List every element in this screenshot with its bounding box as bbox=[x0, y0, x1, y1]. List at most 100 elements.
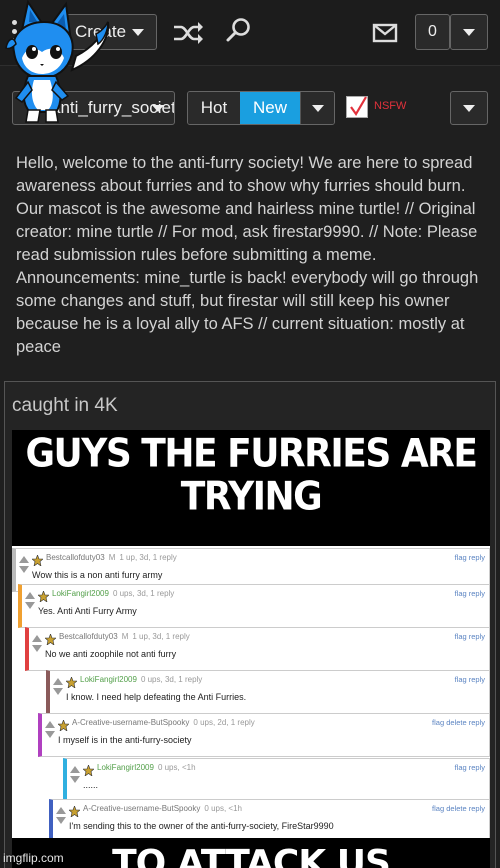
comment-meta: 1 up, 3d, 1 reply bbox=[119, 553, 177, 562]
vote-arrows[interactable] bbox=[69, 763, 81, 786]
vote-arrows[interactable] bbox=[55, 804, 67, 827]
imgflip-watermark: imgflip.com bbox=[3, 851, 64, 865]
comment-text: No we anti zoophile not anti furry bbox=[45, 649, 177, 659]
chevron-down-icon bbox=[463, 28, 475, 36]
comment-actions[interactable]: flag delete reply bbox=[432, 718, 485, 727]
comment-header: LokiFangirl2009 0 ups, 3d, 1 reply bbox=[80, 675, 202, 684]
comment-header: Bestcallofduty03 M 1 up, 3d, 1 reply bbox=[59, 632, 190, 641]
comment-meta: 1 up, 3d, 1 reply bbox=[132, 632, 190, 641]
commenter-avatar bbox=[57, 718, 70, 732]
chevron-down-icon bbox=[463, 104, 475, 112]
meme-bottom-caption: TO ATTACK US bbox=[112, 843, 391, 868]
comment-header: A-Creative-username-ButSpooky 0 ups, <1h bbox=[83, 804, 242, 813]
comment-username[interactable]: A-Creative-username-ButSpooky bbox=[72, 718, 189, 727]
commenter-avatar bbox=[65, 675, 78, 689]
upvote-icon[interactable] bbox=[19, 556, 29, 563]
meme-top-panel: GUYS THE FURRIES ARE TRYING bbox=[12, 430, 490, 546]
comment-actions[interactable]: flag delete reply bbox=[432, 804, 485, 813]
post-card: caught in 4K GUYS THE FURRIES ARE TRYING… bbox=[4, 381, 496, 868]
comment-screenshot: Bestcallofduty03 M 1 up, 3d, 1 reply Wow th… bbox=[12, 546, 490, 843]
downvote-icon[interactable] bbox=[70, 776, 80, 783]
downvote-icon[interactable] bbox=[19, 566, 29, 573]
comment-header: LokiFangirl2009 0 ups, <1h bbox=[97, 763, 196, 772]
comment: A-Creative-username-ButSpooky 0 ups, 2d, … bbox=[38, 713, 490, 757]
sort-dropdown-button[interactable] bbox=[300, 92, 334, 124]
comment-meta: 0 ups, 2d, 1 reply bbox=[193, 718, 255, 727]
post-title[interactable]: caught in 4K bbox=[12, 395, 118, 417]
commenter-avatar bbox=[31, 553, 44, 567]
comment-username[interactable]: A-Creative-username-ButSpooky bbox=[83, 804, 200, 813]
options-dropdown-button[interactable] bbox=[450, 91, 488, 125]
chevron-down-icon bbox=[311, 104, 324, 112]
downvote-icon[interactable] bbox=[25, 602, 35, 609]
stream-description: Hello, welcome to the anti-furry society… bbox=[16, 154, 479, 356]
upvote-icon[interactable] bbox=[70, 766, 80, 773]
nsfw-checkbox[interactable] bbox=[346, 96, 368, 118]
meme-top-caption: GUYS THE FURRIES ARE TRYING bbox=[25, 431, 478, 520]
comment-username[interactable]: LokiFangirl2009 bbox=[80, 675, 137, 684]
comment: LokiFangirl2009 0 ups, <1h...... flag repl… bbox=[63, 758, 490, 802]
comment-text: Wow this is a non anti furry army bbox=[32, 570, 163, 580]
search-icon[interactable] bbox=[224, 16, 254, 46]
comment-actions[interactable]: flag reply bbox=[455, 632, 485, 641]
vote-arrows[interactable] bbox=[18, 553, 30, 576]
upvote-icon[interactable] bbox=[56, 807, 66, 814]
meme-bottom-panel: TO ATTACK US bbox=[12, 838, 490, 868]
downvote-icon[interactable] bbox=[45, 731, 55, 738]
notification-count: 0 bbox=[428, 23, 437, 40]
comment: LokiFangirl2009 0 ups, 3d, 1 reply Yes. An… bbox=[18, 584, 490, 628]
comment-text: I know. I need help defeating the Anti F… bbox=[66, 692, 247, 702]
comment-username[interactable]: Bestcallofduty03 bbox=[59, 632, 118, 641]
comment-username[interactable]: Bestcallofduty03 bbox=[46, 553, 105, 562]
upvote-icon[interactable] bbox=[25, 592, 35, 599]
commenter-avatar bbox=[44, 632, 57, 646]
vote-arrows[interactable] bbox=[52, 675, 64, 698]
comment-text: Yes. Anti Anti Furry Army bbox=[38, 606, 137, 616]
meme-image[interactable]: GUYS THE FURRIES ARE TRYING Bestcallofdu… bbox=[12, 430, 490, 868]
comment-username[interactable]: LokiFangirl2009 bbox=[52, 589, 109, 598]
commenter-avatar bbox=[68, 804, 81, 818]
comment-actions[interactable]: flag reply bbox=[455, 763, 485, 772]
comment-header: A-Creative-username-ButSpooky 0 ups, 2d, … bbox=[72, 718, 255, 727]
comment-meta: 0 ups, 3d, 1 reply bbox=[140, 675, 203, 684]
comment-header: Bestcallofduty03 M 1 up, 3d, 1 reply bbox=[46, 553, 177, 562]
chevron-down-icon bbox=[152, 105, 164, 112]
sort-toggle: Hot New bbox=[187, 91, 335, 125]
comment-text: ...... bbox=[83, 780, 99, 790]
mascot-avatar bbox=[5, 0, 110, 123]
mail-icon[interactable] bbox=[370, 20, 400, 46]
comment-username[interactable]: LokiFangirl2009 bbox=[97, 763, 154, 772]
upvote-icon[interactable] bbox=[53, 678, 63, 685]
sort-new-button[interactable]: New bbox=[240, 92, 300, 124]
comment-actions[interactable]: flag reply bbox=[455, 589, 485, 598]
vote-arrows[interactable] bbox=[31, 632, 43, 655]
mod-badge: M bbox=[121, 632, 129, 641]
vote-arrows[interactable] bbox=[44, 718, 56, 741]
comment-actions[interactable]: flag reply bbox=[455, 553, 485, 562]
comment-meta: 0 ups, 3d, 1 reply bbox=[112, 589, 175, 598]
comment: Bestcallofduty03 M 1 up, 3d, 1 reply No we … bbox=[25, 627, 490, 671]
vote-arrows[interactable] bbox=[24, 589, 36, 612]
comment: A-Creative-username-ButSpooky 0 ups, <1h I… bbox=[49, 799, 490, 843]
comment-text: I myself is in the anti-furry-society bbox=[58, 735, 192, 745]
shuffle-icon[interactable] bbox=[172, 18, 206, 48]
notification-dropdown-button[interactable] bbox=[450, 14, 488, 50]
notification-count-button[interactable]: 0 bbox=[415, 14, 450, 50]
downvote-icon[interactable] bbox=[53, 688, 63, 695]
sort-hot-button[interactable]: Hot bbox=[188, 92, 240, 124]
nsfw-label: NSFW bbox=[374, 100, 407, 112]
comment-text: I'm sending this to the owner of the ant… bbox=[69, 821, 334, 831]
comment-meta: 0 ups, <1h bbox=[157, 763, 196, 772]
comment-header: LokiFangirl2009 0 ups, 3d, 1 reply bbox=[52, 589, 174, 598]
downvote-icon[interactable] bbox=[56, 817, 66, 824]
upvote-icon[interactable] bbox=[45, 721, 55, 728]
mod-badge: M bbox=[108, 553, 116, 562]
upvote-icon[interactable] bbox=[32, 635, 42, 642]
commenter-avatar bbox=[37, 589, 50, 603]
comment: LokiFangirl2009 0 ups, 3d, 1 reply I know.… bbox=[46, 670, 490, 714]
checkmark-icon bbox=[350, 96, 367, 117]
chevron-down-icon bbox=[132, 28, 145, 36]
downvote-icon[interactable] bbox=[32, 645, 42, 652]
commenter-avatar bbox=[82, 763, 95, 777]
comment-actions[interactable]: flag reply bbox=[455, 675, 485, 684]
